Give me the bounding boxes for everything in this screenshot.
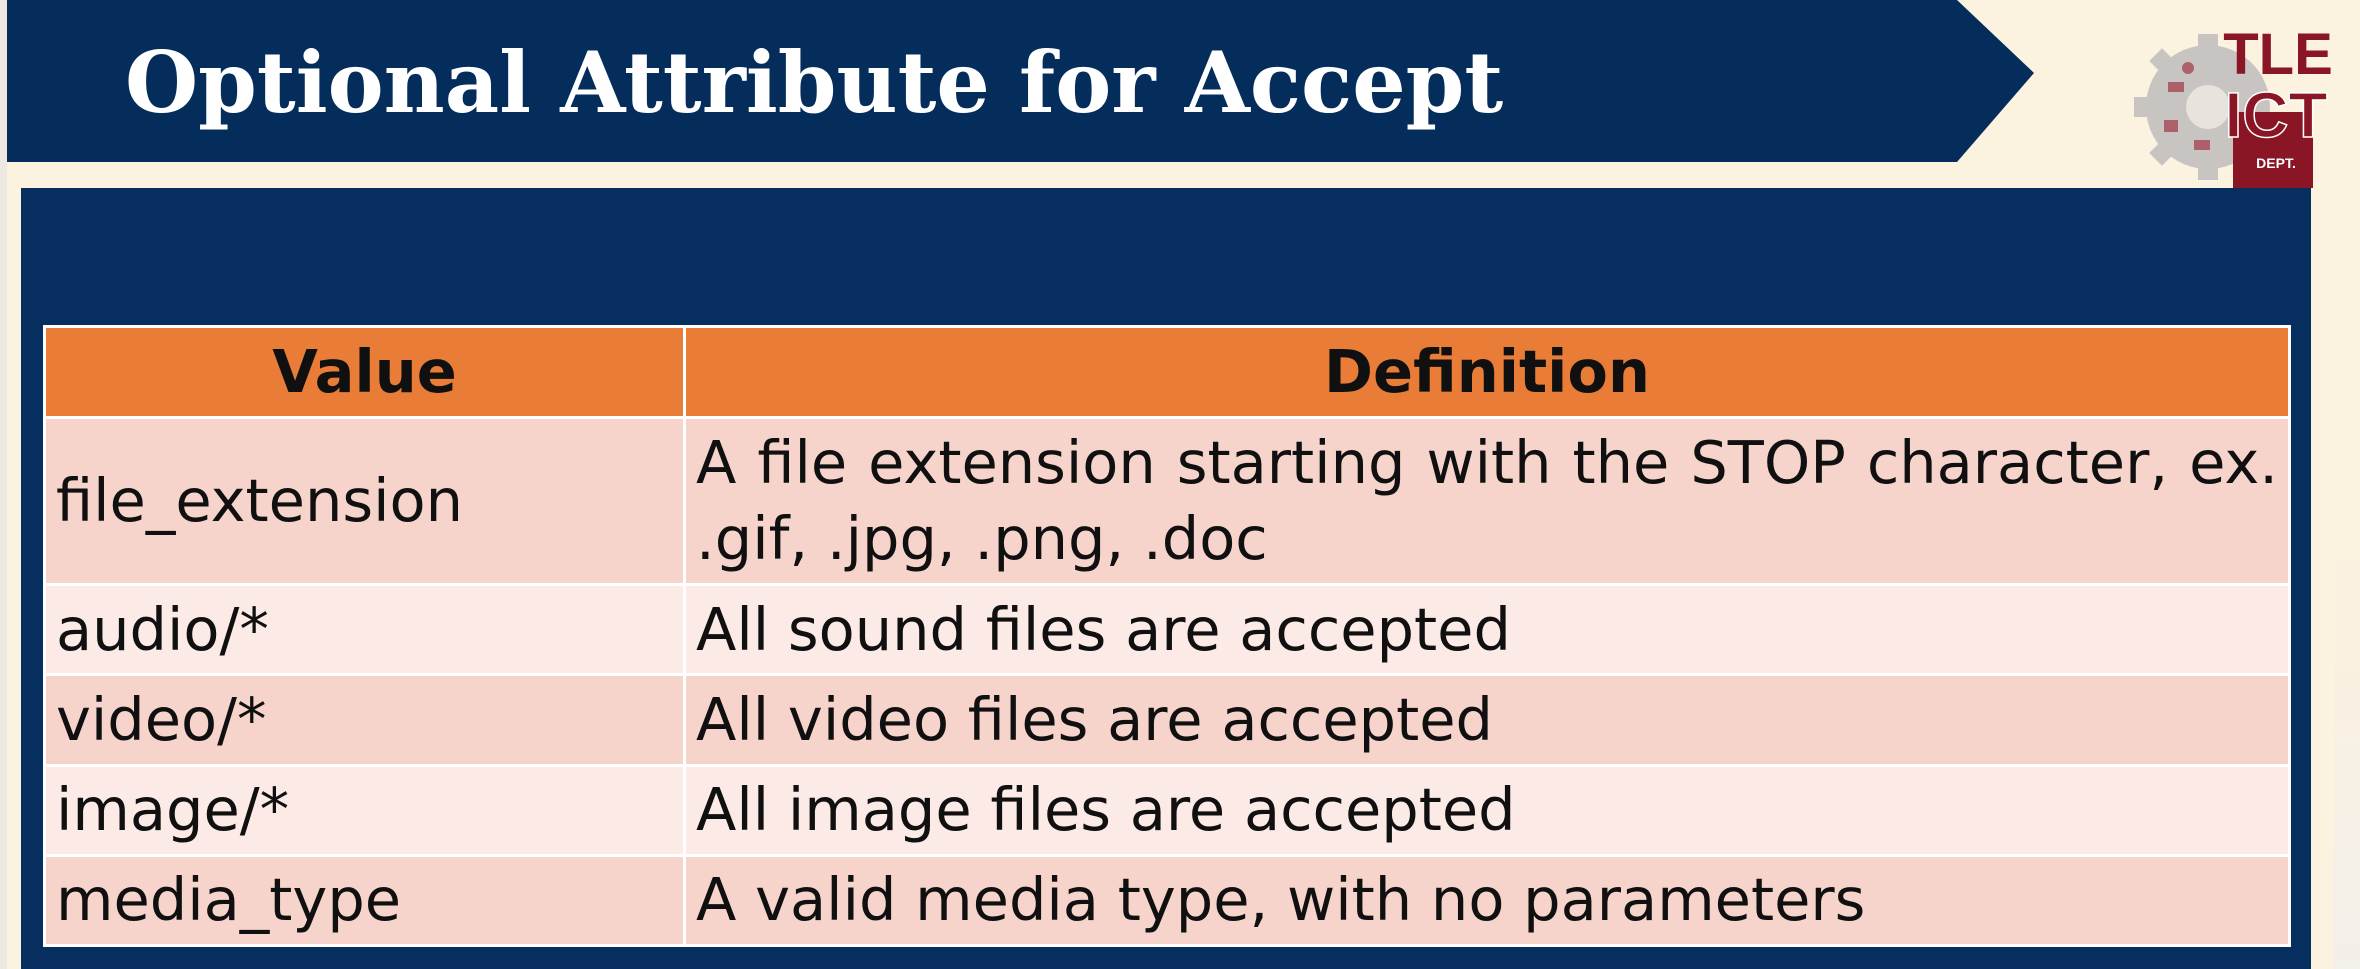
logo-text-dept: DEPT. <box>2256 155 2296 171</box>
cell-definition: A file extension starting with the STOP … <box>683 415 2291 587</box>
table-row: video/* All video files are accepted <box>43 673 2291 767</box>
slide-title: Optional Attribute for Accept <box>125 33 1504 132</box>
table-row: audio/* All sound files are accepted <box>43 583 2291 677</box>
accept-values-table: Value Definition file_extension A file e… <box>43 325 2291 948</box>
cell-definition: All sound files are accepted <box>683 583 2291 677</box>
logo-text-ict: ICT <box>2224 79 2327 151</box>
cell-value: media_type <box>43 853 686 948</box>
cell-definition: All video files are accepted <box>683 673 2291 767</box>
table-header-row: Value Definition <box>43 325 2291 419</box>
tle-ict-logo: TLE ICT DEPT. <box>2134 22 2333 188</box>
right-edge-decoration <box>2334 540 2360 969</box>
cell-definition: A valid media type, with no parameters <box>683 853 2291 948</box>
table-row: image/* All image files are accepted <box>43 763 2291 857</box>
cell-value: audio/* <box>43 583 686 677</box>
logo-text-tle: TLE <box>2223 22 2333 87</box>
cell-value: file_extension <box>43 415 686 587</box>
header-value: Value <box>43 325 686 419</box>
cell-value: video/* <box>43 673 686 767</box>
left-edge-strip <box>0 0 7 969</box>
cell-definition: All image files are accepted <box>683 763 2291 857</box>
table-row: file_extension A file extension starting… <box>43 415 2291 587</box>
cell-value: image/* <box>43 763 686 857</box>
table-row: media_type A valid media type, with no p… <box>43 853 2291 948</box>
header-definition: Definition <box>683 325 2291 419</box>
